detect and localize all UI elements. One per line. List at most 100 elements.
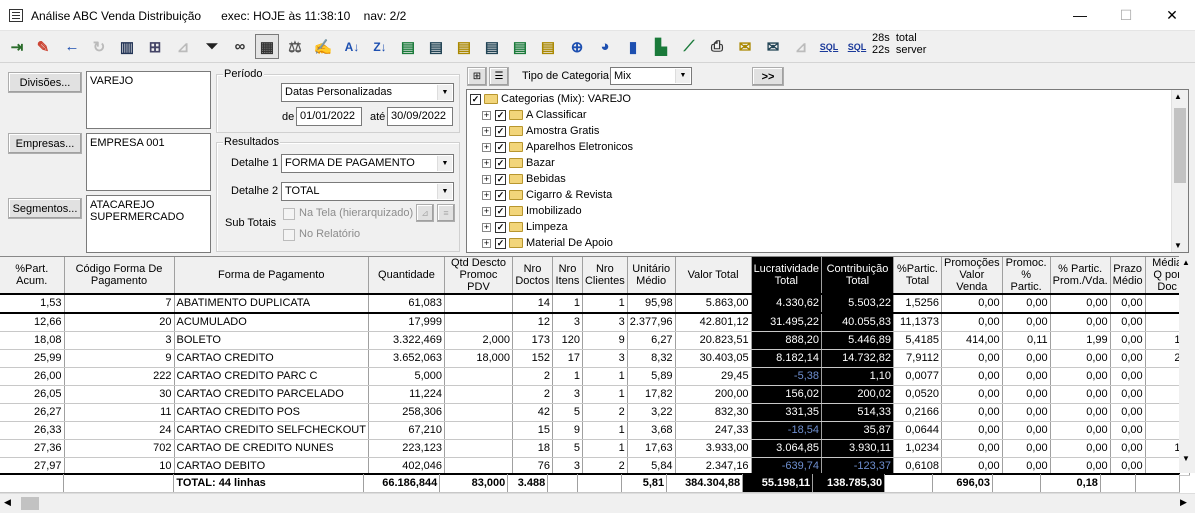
expand-plus-icon[interactable]: + bbox=[482, 174, 491, 184]
table-cell[interactable]: -18,54 bbox=[751, 421, 823, 440]
table-cell[interactable]: 18,08 bbox=[0, 331, 65, 350]
sql-icon[interactable]: SQL bbox=[817, 34, 841, 59]
scroll-left-icon[interactable]: ◀ bbox=[4, 497, 11, 508]
table-cell[interactable]: 42 bbox=[512, 403, 553, 422]
table-cell[interactable]: 0,2166 bbox=[893, 403, 942, 422]
table-cell[interactable]: 0,00 bbox=[941, 367, 1003, 386]
table-cell[interactable]: 152 bbox=[512, 349, 553, 368]
table-cell[interactable]: 0,00 bbox=[1050, 293, 1111, 314]
date-to-input[interactable]: 30/09/2022 bbox=[387, 107, 453, 126]
table-cell[interactable]: 29,45 bbox=[675, 367, 752, 386]
table-cell[interactable]: 0,00 bbox=[1050, 439, 1111, 458]
table-cell[interactable]: 1,10 bbox=[821, 367, 894, 386]
column-header[interactable]: Nro Itens bbox=[552, 257, 583, 295]
table-cell[interactable]: 5.503,22 bbox=[821, 293, 894, 314]
divisoes-memo[interactable]: VAREJO bbox=[86, 71, 211, 129]
table-cell[interactable]: 42.801,12 bbox=[675, 313, 752, 332]
segmentos-memo[interactable]: ATACAREJO SUPERMERCADO bbox=[86, 195, 211, 253]
table-cell[interactable]: 0,0644 bbox=[893, 421, 942, 440]
table-cell[interactable]: 27,36 bbox=[0, 439, 65, 458]
disabled-tree-icon[interactable]: ⊿ bbox=[789, 34, 813, 59]
table-cell[interactable]: 5,4185 bbox=[893, 331, 942, 350]
table-cell[interactable]: 8,32 bbox=[627, 349, 676, 368]
message-icon[interactable]: ✉ bbox=[761, 34, 785, 59]
table-cell[interactable]: 5.863,00 bbox=[675, 293, 752, 314]
hscroll-thumb[interactable] bbox=[21, 497, 39, 510]
table-cell[interactable]: 14.732,82 bbox=[821, 349, 894, 368]
table-cell[interactable]: 3.652,063 bbox=[368, 349, 445, 368]
table-cell[interactable]: 0,00 bbox=[1110, 421, 1146, 440]
binoculars-icon[interactable]: ∞ bbox=[228, 34, 252, 59]
line-chart-icon[interactable]: ⟋ bbox=[677, 34, 701, 59]
table-cell[interactable]: 5,89 bbox=[627, 367, 676, 386]
table-cell[interactable]: CARTAO CREDITO PARCELADO bbox=[174, 385, 369, 404]
tree-item[interactable]: + ✓ Bebidas bbox=[482, 171, 566, 187]
zoom-icon[interactable]: ⊕ bbox=[565, 34, 589, 59]
scroll-down-icon[interactable]: ▼ bbox=[1182, 454, 1190, 463]
tree-item[interactable]: + ✓ Aparelhos Eletronicos bbox=[482, 139, 633, 155]
tree-checkbox[interactable]: ✓ bbox=[495, 173, 506, 185]
table-cell[interactable]: 20 bbox=[64, 313, 175, 332]
data-grid[interactable]: %Part. Acum. Código Forma De Pagamento For… bbox=[0, 256, 1195, 493]
scroll-thumb[interactable] bbox=[1174, 108, 1186, 183]
expand-plus-icon[interactable]: + bbox=[482, 238, 491, 248]
table-cell[interactable]: 12,66 bbox=[0, 313, 65, 332]
table-cell[interactable]: CARTAO DE CREDITO NUNES bbox=[174, 439, 369, 458]
column-header[interactable]: Lucratividade Total bbox=[751, 257, 823, 295]
tree-item[interactable]: + ✓ A Classificar bbox=[482, 107, 587, 123]
stacked-chart-icon[interactable]: ▙ bbox=[649, 34, 673, 59]
table-cell[interactable]: CARTAO CREDITO POS bbox=[174, 403, 369, 422]
table-cell[interactable]: 1,53 bbox=[0, 293, 65, 314]
table-cell[interactable]: 0,00 bbox=[941, 349, 1003, 368]
table-cell[interactable]: 0,00 bbox=[1050, 421, 1111, 440]
sort-desc-icon[interactable]: Z↓ bbox=[368, 34, 392, 59]
tipo-categoria-select[interactable]: Mix ▼ bbox=[610, 67, 692, 85]
table-cell[interactable]: 1 bbox=[552, 367, 583, 386]
table-cell[interactable]: 0,00 bbox=[1002, 421, 1051, 440]
column-header[interactable]: Quantidade bbox=[368, 257, 445, 295]
table-cell[interactable]: 35,87 bbox=[821, 421, 894, 440]
table-cell[interactable]: 26,33 bbox=[0, 421, 65, 440]
table-cell[interactable]: 0,00 bbox=[1002, 403, 1051, 422]
table-cell[interactable]: 120 bbox=[552, 331, 583, 350]
table-row[interactable]: 26,27 11 CARTAO CREDITO POS 258,306 42 5 2 3,22… bbox=[0, 403, 1190, 422]
table-cell[interactable]: 0,00 bbox=[1110, 367, 1146, 386]
edit-chart-icon[interactable]: ✍ bbox=[311, 34, 335, 59]
table-cell[interactable]: 15 bbox=[512, 421, 553, 440]
table-cell[interactable]: 1 bbox=[582, 367, 628, 386]
grid-check-icon[interactable]: ▤ bbox=[508, 34, 532, 59]
table-cell[interactable]: 1 bbox=[582, 439, 628, 458]
table-cell[interactable]: 14 bbox=[512, 293, 553, 314]
table-cell[interactable]: 888,20 bbox=[751, 331, 823, 350]
table-cell[interactable]: 7 bbox=[64, 293, 175, 314]
column-header[interactable]: Promoc. % Partic. bbox=[1002, 257, 1051, 295]
table-cell[interactable]: 3 bbox=[552, 385, 583, 404]
table-cell[interactable]: 9 bbox=[552, 421, 583, 440]
column-header[interactable]: %Partic. Total bbox=[893, 257, 942, 295]
table-cell[interactable]: 0,00 bbox=[1050, 367, 1111, 386]
tree-checkbox[interactable]: ✓ bbox=[495, 109, 506, 121]
tree-item[interactable]: + ✓ Cigarro & Revista bbox=[482, 187, 612, 203]
sort-asc-icon[interactable]: A↓ bbox=[340, 34, 364, 59]
grid-config-icon[interactable]: ▤ bbox=[536, 34, 560, 59]
tree-checkbox[interactable]: ✓ bbox=[495, 221, 506, 233]
tree-scrollbar[interactable]: ▲ ▼ bbox=[1171, 90, 1188, 252]
table-cell[interactable]: 222 bbox=[64, 367, 175, 386]
expand-plus-icon[interactable]: + bbox=[482, 222, 491, 232]
table-cell[interactable]: 17 bbox=[552, 349, 583, 368]
table-cell[interactable]: 17,999 bbox=[368, 313, 445, 332]
table-cell[interactable]: 0,00 bbox=[1110, 385, 1146, 404]
add-record-icon[interactable]: ⊞ bbox=[143, 34, 167, 59]
table-cell[interactable]: 3.933,00 bbox=[675, 439, 752, 458]
tree-checkbox[interactable]: ✓ bbox=[495, 141, 506, 153]
table-cell[interactable]: 40.055,83 bbox=[821, 313, 894, 332]
table-row[interactable]: 1,53 7 ABATIMENTO DUPLICATA 61,083 14 1 1 95,98… bbox=[0, 293, 1190, 314]
column-header[interactable]: Promoções Valor Venda bbox=[941, 257, 1003, 295]
table-cell[interactable]: 0,00 bbox=[1050, 403, 1111, 422]
table-cell[interactable]: 17,82 bbox=[627, 385, 676, 404]
table-cell[interactable]: 5,000 bbox=[368, 367, 445, 386]
filter-icon[interactable]: ⏷ bbox=[200, 34, 224, 59]
table-cell[interactable]: 3 bbox=[552, 313, 583, 332]
table-cell[interactable]: CARTAO CREDITO PARC C bbox=[174, 367, 369, 386]
table-cell[interactable]: 331,35 bbox=[751, 403, 823, 422]
